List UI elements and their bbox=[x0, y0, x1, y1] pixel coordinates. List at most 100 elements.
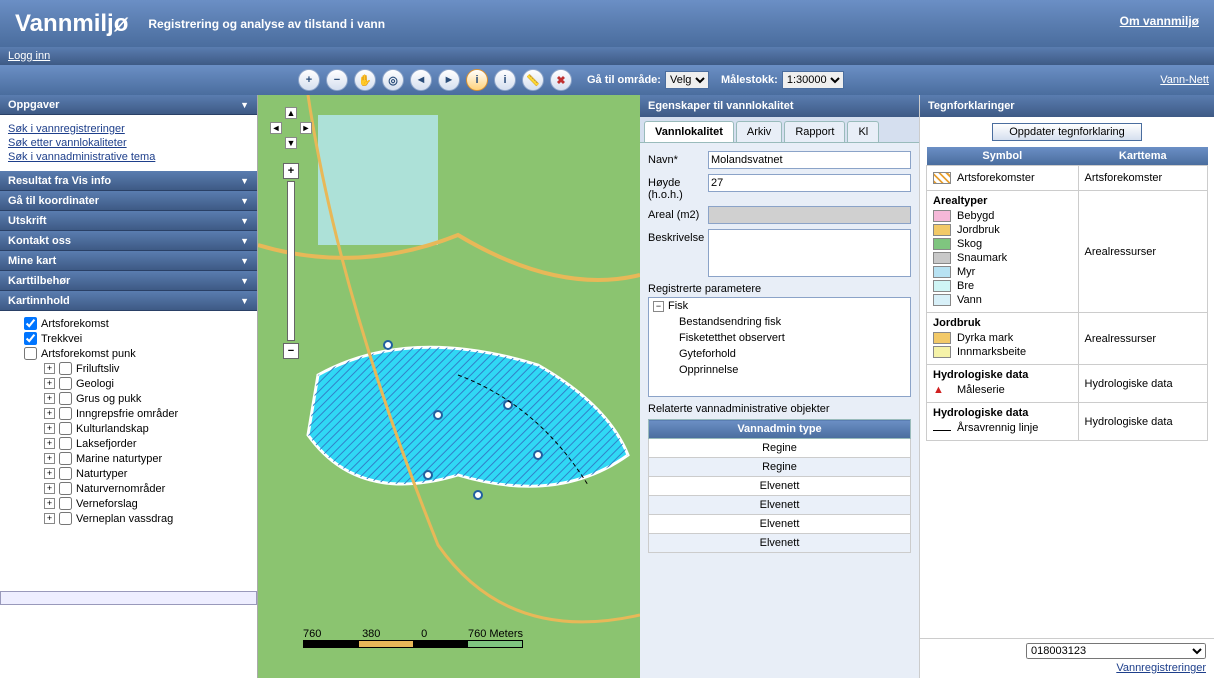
zoom-out-button[interactable]: − bbox=[283, 343, 299, 359]
panel-header[interactable]: Utskrift▼ bbox=[0, 211, 257, 231]
tree-item[interactable]: Artsforekomst bbox=[24, 317, 253, 330]
properties-header: Egenskaper til vannlokalitet bbox=[640, 95, 919, 117]
table-row[interactable]: Elvenett bbox=[649, 534, 911, 553]
scale-select[interactable]: 1:30000 bbox=[782, 71, 844, 89]
panel-header[interactable]: Mine kart▼ bbox=[0, 251, 257, 271]
params-box[interactable]: −Fisk Bestandsendring fisk Fisketetthet … bbox=[648, 297, 911, 397]
tab-rapport[interactable]: Rapport bbox=[784, 121, 845, 142]
expand-icon[interactable]: + bbox=[44, 363, 55, 374]
table-row[interactable]: Elvenett bbox=[649, 515, 911, 534]
tasks-header[interactable]: Oppgaver▼ bbox=[0, 95, 257, 115]
app-title: Vannmiljø bbox=[15, 10, 128, 38]
zoom-out-icon[interactable]: − bbox=[326, 69, 348, 91]
expand-icon[interactable]: + bbox=[44, 393, 55, 404]
layer-tree[interactable]: Artsforekomst Trekkvei Artsforekomst pun… bbox=[0, 311, 257, 591]
back-icon[interactable]: ◄ bbox=[410, 69, 432, 91]
name-input[interactable] bbox=[708, 151, 911, 169]
legend-panel: Tegnforklaringer Oppdater tegnforklaring… bbox=[920, 95, 1214, 678]
identify-icon[interactable]: i bbox=[494, 69, 516, 91]
table-row[interactable]: Elvenett bbox=[649, 496, 911, 515]
legend-item: Bebygd bbox=[933, 210, 1072, 222]
task-link[interactable]: Søk i vannregistreringer bbox=[8, 123, 249, 135]
pan-south-icon[interactable]: ▼ bbox=[285, 137, 297, 149]
table-row[interactable]: Regine bbox=[649, 458, 911, 477]
zoom-in-button[interactable]: + bbox=[283, 163, 299, 179]
tasks-body: Søk i vannregistreringer Søk etter vannl… bbox=[0, 115, 257, 171]
tree-item[interactable]: +Marine naturtyper bbox=[44, 452, 253, 465]
params-label: Registrerte parametere bbox=[648, 283, 911, 295]
panel-header[interactable]: Kartinnhold▼ bbox=[0, 291, 257, 311]
task-link[interactable]: Søk i vannadministrative tema bbox=[8, 151, 249, 163]
legend-item: ▲Måleserie bbox=[933, 384, 1072, 396]
zoom-track[interactable] bbox=[287, 181, 295, 341]
param-item[interactable]: Gyteforhold bbox=[649, 346, 910, 362]
tree-item[interactable]: +Geologi bbox=[44, 377, 253, 390]
expand-icon[interactable]: + bbox=[44, 378, 55, 389]
pan-west-icon[interactable]: ◄ bbox=[270, 122, 282, 134]
expand-icon[interactable]: + bbox=[44, 408, 55, 419]
expand-icon[interactable]: + bbox=[44, 438, 55, 449]
vann-nett-link[interactable]: Vann-Nett bbox=[1160, 74, 1209, 86]
tree-item[interactable]: Artsforekomst punk bbox=[24, 347, 253, 360]
expand-icon[interactable]: + bbox=[44, 453, 55, 464]
legend-item: Jordbruk bbox=[933, 224, 1072, 236]
expand-icon[interactable]: + bbox=[44, 498, 55, 509]
properties-panel: Egenskaper til vannlokalitet Vannlokalit… bbox=[640, 95, 920, 678]
map-canvas[interactable]: ▲ ▼ ◄ ► + − 760 380 0 760 Meters bbox=[258, 95, 640, 678]
goto-select[interactable]: Velg bbox=[665, 71, 709, 89]
expand-icon[interactable]: + bbox=[44, 423, 55, 434]
tab-kl[interactable]: Kl bbox=[847, 121, 879, 142]
tree-item[interactable]: +Grus og pukk bbox=[44, 392, 253, 405]
tree-item[interactable]: +Verneforslag bbox=[44, 497, 253, 510]
panel-header[interactable]: Kontakt oss▼ bbox=[0, 231, 257, 251]
tree-item[interactable]: +Friluftsliv bbox=[44, 362, 253, 375]
task-link[interactable]: Søk etter vannlokaliteter bbox=[8, 137, 249, 149]
height-input[interactable] bbox=[708, 174, 911, 192]
expand-icon[interactable]: + bbox=[44, 513, 55, 524]
login-link[interactable]: Logg inn bbox=[8, 50, 50, 62]
pan-north-icon[interactable]: ▲ bbox=[285, 107, 297, 119]
legend-item: Dyrka mark bbox=[933, 332, 1072, 344]
map-svg bbox=[258, 95, 640, 678]
tab-vannlokalitet[interactable]: Vannlokalitet bbox=[644, 121, 734, 142]
panel-header[interactable]: Resultat fra Vis info▼ bbox=[0, 171, 257, 191]
horizontal-scrollbar[interactable] bbox=[0, 591, 257, 605]
table-row[interactable]: Regine bbox=[649, 439, 911, 458]
tree-item[interactable]: Trekkvei bbox=[24, 332, 253, 345]
goto-label: Gå til område: bbox=[587, 74, 661, 86]
desc-label: Beskrivelse bbox=[648, 229, 708, 244]
tree-item[interactable]: +Naturtyper bbox=[44, 467, 253, 480]
expand-icon[interactable]: + bbox=[44, 468, 55, 479]
panel-header[interactable]: Karttilbehør▼ bbox=[0, 271, 257, 291]
legend-item: Myr bbox=[933, 266, 1072, 278]
desc-input[interactable] bbox=[708, 229, 911, 277]
table-row[interactable]: Elvenett bbox=[649, 477, 911, 496]
tree-item[interactable]: +Naturvernområder bbox=[44, 482, 253, 495]
update-legend-button[interactable]: Oppdater tegnforklaring bbox=[992, 123, 1142, 141]
param-item[interactable]: Fisketetthet observert bbox=[649, 330, 910, 346]
zoom-in-icon[interactable]: + bbox=[298, 69, 320, 91]
tab-arkiv[interactable]: Arkiv bbox=[736, 121, 782, 142]
forward-icon[interactable]: ► bbox=[438, 69, 460, 91]
expand-icon[interactable]: + bbox=[44, 483, 55, 494]
tree-item[interactable]: +Laksefjorder bbox=[44, 437, 253, 450]
code-select[interactable]: 018003123 bbox=[1026, 643, 1206, 659]
zoom-extent-icon[interactable]: ◎ bbox=[382, 69, 404, 91]
panel-header[interactable]: Gå til koordinater▼ bbox=[0, 191, 257, 211]
info-icon[interactable]: i bbox=[466, 69, 488, 91]
legend-item: Artsforekomster bbox=[933, 172, 1072, 184]
about-link[interactable]: Om vannmiljø bbox=[1120, 14, 1199, 28]
param-item[interactable]: Opprinnelse bbox=[649, 362, 910, 378]
scale-label: Målestokk: bbox=[721, 74, 778, 86]
param-group[interactable]: −Fisk bbox=[649, 298, 910, 314]
tree-item[interactable]: +Inngrepsfrie områder bbox=[44, 407, 253, 420]
properties-tabs: Vannlokalitet Arkiv Rapport Kl bbox=[640, 117, 919, 143]
pan-icon[interactable]: ✋ bbox=[354, 69, 376, 91]
param-item[interactable]: Bestandsendring fisk bbox=[649, 314, 910, 330]
pan-east-icon[interactable]: ► bbox=[300, 122, 312, 134]
vannregistreringer-link[interactable]: Vannregistreringer bbox=[928, 662, 1206, 674]
delete-icon[interactable]: ✖ bbox=[550, 69, 572, 91]
tree-item[interactable]: +Verneplan vassdrag bbox=[44, 512, 253, 525]
measure-icon[interactable]: 📏 bbox=[522, 69, 544, 91]
tree-item[interactable]: +Kulturlandskap bbox=[44, 422, 253, 435]
